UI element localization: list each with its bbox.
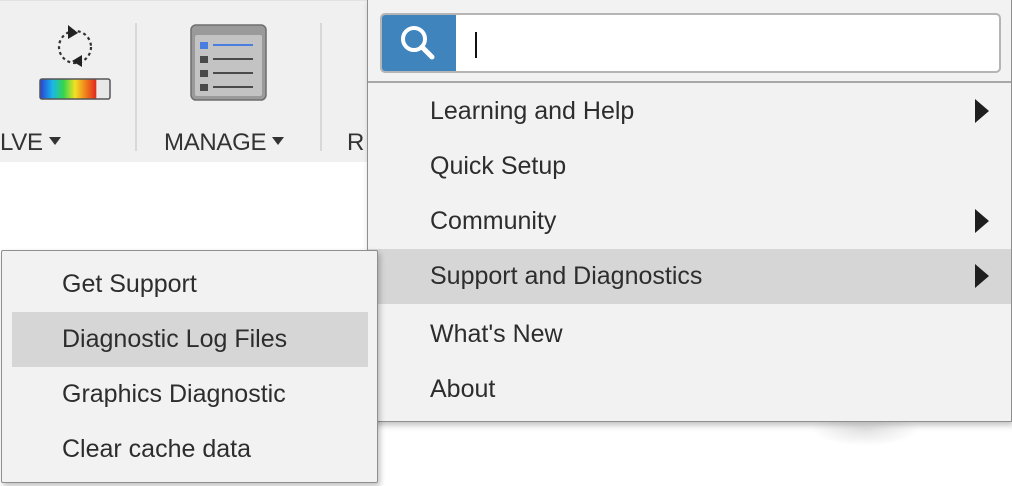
ribbon-separator [135, 23, 137, 151]
ribbon-group-label[interactable]: LVE [0, 129, 61, 157]
submenu-item-graphics-diagnostic[interactable]: Graphics Diagnostic [12, 367, 368, 422]
submenu-arrow-icon [975, 99, 989, 123]
ribbon-group-label[interactable]: R [347, 129, 364, 157]
menu-item-label: What's New [430, 320, 563, 348]
text-cursor [475, 32, 477, 58]
submenu-item-label: Diagnostic Log Files [62, 325, 288, 353]
menu-item-quick-setup[interactable]: Quick Setup [368, 139, 1011, 194]
menu-item-about[interactable]: About [368, 362, 1011, 417]
submenu-arrow-icon [975, 209, 989, 233]
ribbon-group-solve[interactable]: LVE [0, 1, 130, 163]
menu-item-label: Quick Setup [430, 152, 567, 180]
submenu-item-label: Get Support [62, 270, 197, 298]
submenu-item-diagnostic-log-files[interactable]: Diagnostic Log Files [12, 312, 368, 367]
menu-item-whats-new[interactable]: What's New [368, 307, 1011, 362]
menu-item-learning-and-help[interactable]: Learning and Help [368, 84, 1011, 139]
dropdown-caret-icon [272, 137, 285, 145]
search-input[interactable] [462, 23, 986, 65]
solve-label: LVE [0, 129, 43, 156]
solve-icon[interactable] [38, 21, 114, 101]
menu-divider [368, 81, 1011, 83]
menu-item-community[interactable]: Community [368, 194, 1011, 249]
dropdown-caret-icon [48, 137, 61, 145]
submenu-arrow-icon [975, 264, 989, 288]
search-button[interactable] [382, 15, 456, 71]
submenu-item-get-support[interactable]: Get Support [12, 257, 368, 312]
ribbon-group-manage[interactable]: MANAGE [150, 1, 310, 163]
submenu-item-label: Clear cache data [62, 435, 252, 463]
help-menu: Learning and Help Quick Setup Community … [367, 0, 1012, 422]
menu-item-label: Support and Diagnostics [430, 262, 703, 290]
ribbon-toolbar: LVE MANAGE R [0, 0, 370, 162]
menu-item-label: Community [430, 207, 557, 235]
ribbon-separator [320, 23, 322, 151]
ribbon-group-label[interactable]: MANAGE [164, 129, 285, 157]
submenu-item-clear-cache-data[interactable]: Clear cache data [12, 422, 368, 477]
submenu-item-label: Graphics Diagnostic [62, 380, 286, 408]
menu-item-support-and-diagnostics[interactable]: Support and Diagnostics [368, 249, 1011, 304]
manage-label: MANAGE [164, 129, 267, 156]
ribbon-group-partial[interactable]: R [335, 1, 370, 163]
support-and-diagnostics-submenu: Get Support Diagnostic Log Files Graphic… [1, 250, 378, 483]
search-icon [401, 26, 435, 60]
partial-group-label: R [347, 129, 365, 156]
manage-icon[interactable] [190, 24, 267, 101]
menu-item-label: Learning and Help [430, 97, 635, 125]
menu-item-label: About [430, 375, 496, 403]
search-box[interactable] [380, 13, 1001, 73]
